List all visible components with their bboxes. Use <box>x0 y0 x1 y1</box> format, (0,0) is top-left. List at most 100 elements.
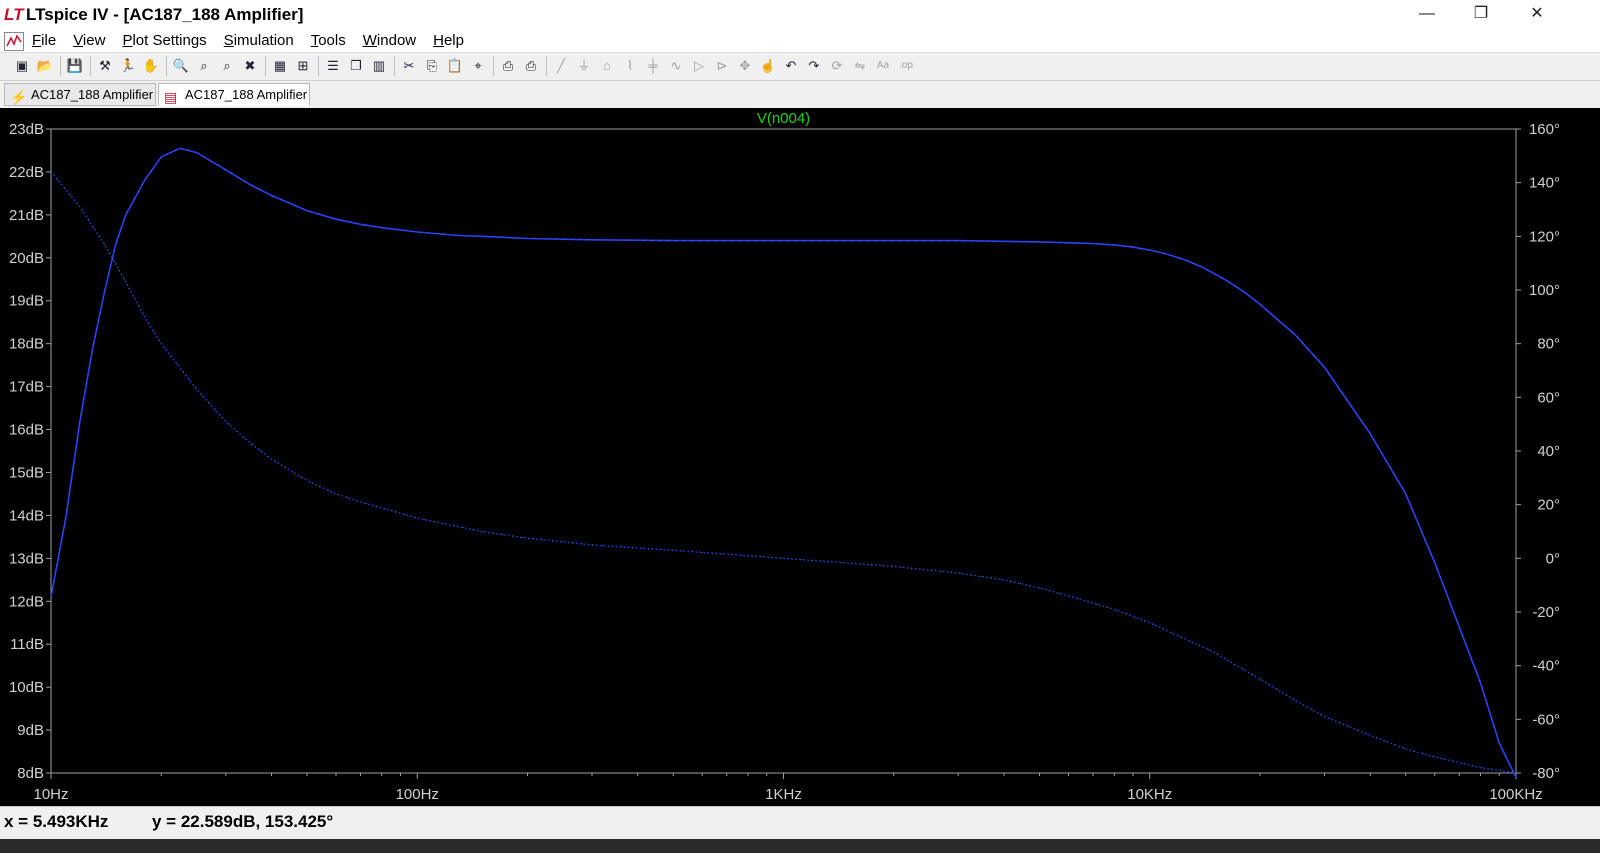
menu-window[interactable]: Window <box>363 32 416 49</box>
zoom-extents-icon[interactable]: ⊞ <box>293 56 313 76</box>
text-icon[interactable]: Aa <box>873 56 893 76</box>
y-right-tick-label: 80° <box>1537 336 1560 353</box>
toolbar-separator <box>265 56 266 76</box>
y-left-tick-label: 22dB <box>9 164 44 181</box>
run-icon[interactable]: 🏃 <box>118 56 138 76</box>
y-right-tick-label: 20° <box>1537 497 1560 514</box>
status-bar: x = 5.493KHz y = 22.589dB, 153.425° <box>0 806 1600 840</box>
menu-bar: File View Plot Settings Simulation Tools Wind… <box>0 30 1600 78</box>
cut-icon[interactable]: ✂ <box>399 56 419 76</box>
drag-icon[interactable]: ☝ <box>758 56 778 76</box>
close-button[interactable]: ✕ <box>1514 0 1560 30</box>
redo-icon[interactable]: ↷ <box>804 56 824 76</box>
new-schematic-icon[interactable]: ▣ <box>12 56 32 76</box>
zoom-in-icon[interactable]: 🔍 <box>171 56 191 76</box>
plot-frame <box>50 128 1517 774</box>
toolbar-separator <box>493 56 494 76</box>
undo-icon[interactable]: ↶ <box>781 56 801 76</box>
tab-waveform-label: AC187_188 Amplifier <box>185 87 308 102</box>
cursor-x-readout: x = 5.493KHz <box>4 812 109 831</box>
toolbar-icons: ▣ 📂 💾 ⚒ 🏃 ✋ 🔍 ⌕ ⌕ ✖ ▦ ⊞ ☰ ❐ ▥ ✂ ⎘ 📋 ⌖ ⎙ ⎙ ╱ ⏚ ⌂ ⌇ ╪ ∿ ▷ ⊳ ✥ ☝ ↶ ↷ ⟳ ⇋ Aa .op <box>12 56 919 76</box>
save-icon[interactable]: 💾 <box>65 56 85 76</box>
menu-label-rest: lot Settings <box>132 32 207 49</box>
zoom-out-icon[interactable]: ⌕ <box>217 56 237 76</box>
menu-view[interactable]: View <box>73 32 105 49</box>
toolbar-separator <box>394 56 395 76</box>
menu-accelerator: S <box>223 32 234 49</box>
toolbar-separator <box>60 56 61 76</box>
wire-icon[interactable]: ╱ <box>551 56 571 76</box>
mirror-icon[interactable]: ⇋ <box>850 56 870 76</box>
zoom-cancel-icon[interactable]: ✖ <box>240 56 260 76</box>
autorange-icon[interactable]: ▦ <box>270 56 290 76</box>
menu-label-rest: ools <box>318 32 346 49</box>
label-net-icon[interactable]: ⌂ <box>597 56 617 76</box>
y-right-tick-label: 160° <box>1529 121 1560 138</box>
menu-help[interactable]: Help <box>433 32 464 49</box>
toolbar-separator <box>90 56 91 76</box>
find-icon[interactable]: ⌖ <box>468 56 488 76</box>
menu-accelerator: F <box>32 32 42 49</box>
menu-simulation[interactable]: Simulation <box>224 32 294 49</box>
menu-file[interactable]: File <box>32 32 56 49</box>
x-tick-label: 10KHz <box>1127 786 1172 803</box>
y-right-tick-label: 60° <box>1537 389 1560 406</box>
plot-canvas[interactable]: 10Hz 100Hz 1KHz 10KHz 100KHz 8dB 9dB 10dB 11dB 12… <box>0 108 1600 806</box>
zoom-area-icon[interactable]: ⌕ <box>194 56 214 76</box>
open-icon[interactable]: 📂 <box>35 56 55 76</box>
copy-icon[interactable]: ⎘ <box>422 56 442 76</box>
toolbar-separator <box>318 56 319 76</box>
y-right-tick-label: 0° <box>1546 550 1560 567</box>
diode-icon[interactable]: ▷ <box>689 56 709 76</box>
move-icon[interactable]: ✥ <box>735 56 755 76</box>
y-left-tick-label: 15dB <box>9 464 44 481</box>
menu-accelerator: P <box>122 32 133 49</box>
y-left-tick-label: 17dB <box>9 379 44 396</box>
cascade-icon[interactable]: ❐ <box>346 56 366 76</box>
y-left-tick-label: 12dB <box>9 593 44 610</box>
toolbar: ▣ 📂 💾 ⚒ 🏃 ✋ 🔍 ⌕ ⌕ ✖ ▦ ⊞ ☰ ❐ ▥ ✂ ⎘ 📋 ⌖ ⎙ ⎙ ╱ ⏚ ⌂ ⌇ ╪ ∿ ▷ ⊳ ✥ ☝ ↶ ↷ ⟳ ⇋ Aa .op <box>0 53 1600 81</box>
print-icon[interactable]: ⎙ <box>521 56 541 76</box>
spice-directive-icon[interactable]: .op <box>896 56 916 76</box>
menu-plot-settings[interactable]: Plot Settings <box>122 32 206 49</box>
waveform-doc-icon <box>6 34 22 47</box>
component-icon[interactable]: ⊳ <box>712 56 732 76</box>
tab-waveform[interactable]: ▤ AC187_188 Amplifier <box>158 83 310 106</box>
menu-label-rest: indow <box>376 32 417 49</box>
x-tick-label: 100KHz <box>1489 786 1542 803</box>
tile-vertical-icon[interactable]: ▥ <box>369 56 389 76</box>
menu-label-rest: ile <box>41 32 57 49</box>
phase-trace <box>50 171 1517 774</box>
x-tick-label: 1KHz <box>765 786 802 803</box>
resistor-icon[interactable]: ⌇ <box>620 56 640 76</box>
y-left-tick-label: 23dB <box>9 121 44 138</box>
paste-icon[interactable]: 📋 <box>445 56 465 76</box>
waveform-plot[interactable]: 10Hz 100Hz 1KHz 10KHz 100KHz 8dB 9dB 10dB 11dB 12… <box>0 108 1600 806</box>
menu-label-rest: elp <box>443 32 464 49</box>
y-right-tick-label: 120° <box>1529 228 1560 245</box>
document-icon[interactable] <box>4 32 24 51</box>
menu-accelerator: H <box>433 32 444 49</box>
capacitor-icon[interactable]: ╪ <box>643 56 663 76</box>
magnitude-trace-highlight <box>50 147 1517 778</box>
rotate-icon[interactable]: ⟳ <box>827 56 847 76</box>
menu-tools[interactable]: Tools <box>311 32 346 49</box>
pan-hand-icon[interactable]: ✋ <box>141 56 161 76</box>
control-panel-icon[interactable]: ⚒ <box>95 56 115 76</box>
minimize-button[interactable]: — <box>1404 0 1450 30</box>
restore-button[interactable]: ❐ <box>1458 0 1504 30</box>
tab-schematic[interactable]: ⚡ AC187_188 Amplifier <box>4 83 156 106</box>
ground-icon[interactable]: ⏚ <box>574 56 594 76</box>
y-left-tick-label: 21dB <box>9 207 44 224</box>
menu-items: File View Plot Settings Simulation Tools Wind… <box>32 32 481 49</box>
y-left-tick-label: 10dB <box>9 679 44 696</box>
x-tick-label: 100Hz <box>396 786 439 803</box>
y-right-tick-label: -40° <box>1532 658 1560 675</box>
y-left-tick-label: 14dB <box>9 507 44 524</box>
print-preview-icon[interactable]: ⎙ <box>498 56 518 76</box>
tile-horizontal-icon[interactable]: ☰ <box>323 56 343 76</box>
y-right-tick-label: -60° <box>1532 711 1560 728</box>
inductor-icon[interactable]: ∿ <box>666 56 686 76</box>
menu-label-rest: imulation <box>233 32 294 49</box>
y-left-tick-label: 20dB <box>9 250 44 267</box>
